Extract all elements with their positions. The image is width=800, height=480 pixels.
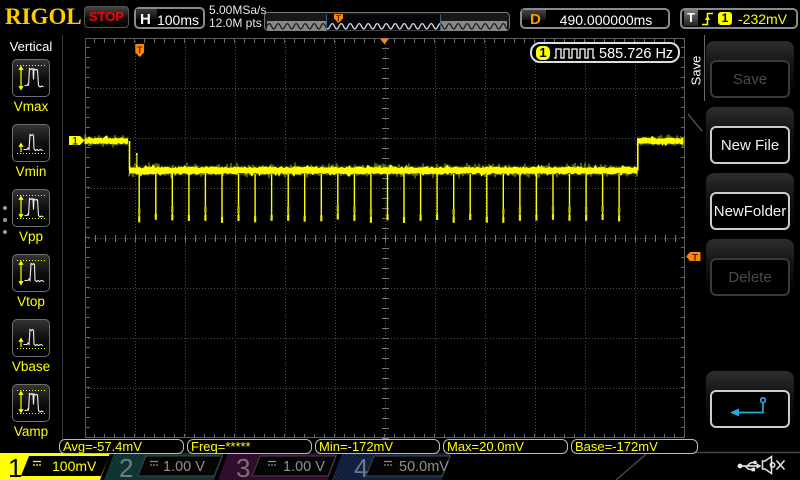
svg-text:50.0mV: 50.0mV <box>399 459 449 475</box>
svg-text:1.00 V: 1.00 V <box>283 459 325 475</box>
svg-text:100mV: 100mV <box>52 458 97 474</box>
svg-text:1: 1 <box>8 453 22 480</box>
svg-text:1.00 V: 1.00 V <box>163 459 205 475</box>
svg-text:3: 3 <box>236 453 250 480</box>
svg-text:2: 2 <box>119 453 133 480</box>
